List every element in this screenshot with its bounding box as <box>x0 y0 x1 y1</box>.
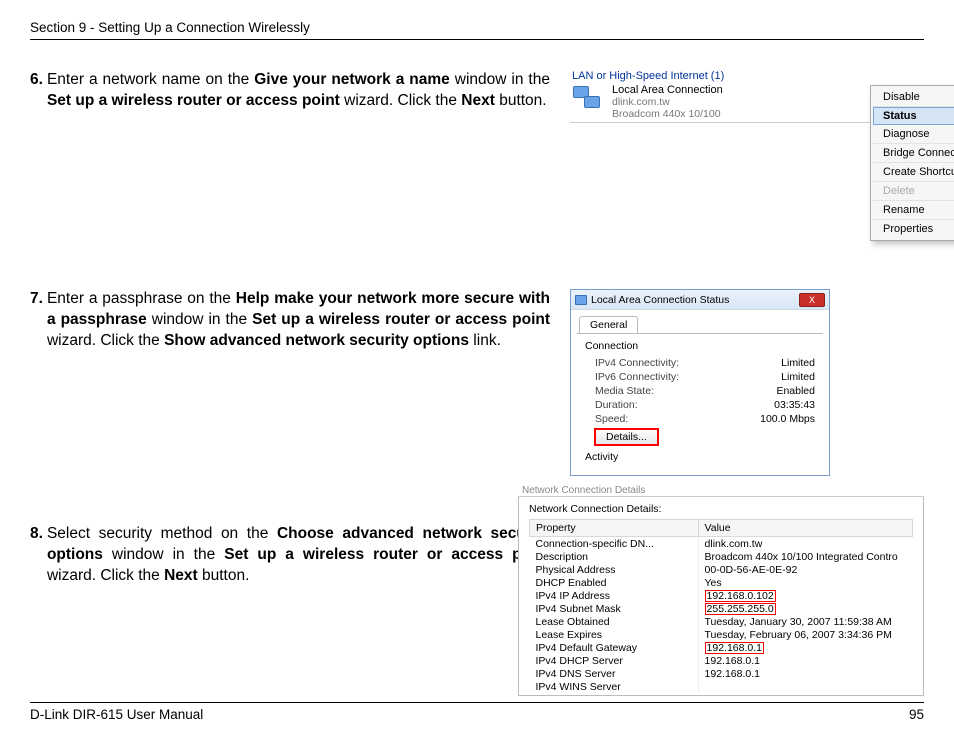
page-header: Section 9 - Setting Up a Connection Wire… <box>30 20 924 40</box>
table-row: Lease ExpiresTuesday, February 06, 2007 … <box>530 628 913 641</box>
table-row: DescriptionBroadcom 440x 10/100 Integrat… <box>530 550 913 563</box>
menu-delete: Delete <box>873 182 954 201</box>
table-row: Lease ObtainedTuesday, January 30, 2007 … <box>530 615 913 628</box>
dialog-title: Local Area Connection Status <box>591 294 729 306</box>
details-titlebar: Network Connection Details <box>518 485 924 497</box>
connection-name: Local Area Connection <box>612 84 723 96</box>
step-7-text: 7. Enter a passphrase on the Help make y… <box>30 289 550 352</box>
menu-rename[interactable]: Rename <box>873 201 954 220</box>
menu-bridge[interactable]: Bridge Connections <box>873 144 954 163</box>
step-num: 8. <box>30 524 43 587</box>
details-table: Property Value Connection-specific DN...… <box>529 519 913 693</box>
menu-create-shortcut[interactable]: Create Shortcut <box>873 163 954 182</box>
col-value: Value <box>698 520 912 537</box>
section-title: Section 9 - Setting Up a Connection Wire… <box>30 20 310 35</box>
step-num: 7. <box>30 289 43 352</box>
details-button[interactable]: Details... <box>595 429 658 445</box>
group-activity: Activity <box>585 451 815 463</box>
context-menu: Disable Status Diagnose Bridge Connectio… <box>870 85 954 241</box>
table-row: IPv4 Default Gateway192.168.0.1 <box>530 641 913 654</box>
network-adapter-icon <box>570 84 604 112</box>
close-button[interactable]: X <box>799 293 825 307</box>
menu-properties[interactable]: Properties <box>873 220 954 238</box>
table-row: IPv4 IP Address192.168.0.102 <box>530 589 913 602</box>
table-row: DHCP EnabledYes <box>530 576 913 589</box>
table-row: IPv4 WINS Server <box>530 680 913 693</box>
group-connection: Connection <box>585 340 815 352</box>
connection-domain: dlink.com.tw <box>612 96 723 108</box>
screenshot-status-dialog: Local Area Connection Status X General C… <box>570 289 830 476</box>
tab-general[interactable]: General <box>579 316 638 333</box>
menu-diagnose[interactable]: Diagnose <box>873 125 954 144</box>
menu-disable[interactable]: Disable <box>873 88 954 107</box>
screenshot-lan-context: LAN or High-Speed Internet (1) Local Are… <box>570 70 930 241</box>
dialog-titlebar: Local Area Connection Status X <box>571 290 829 310</box>
table-row: Physical Address00-0D-56-AE-0E-92 <box>530 563 913 576</box>
table-row: Connection-specific DN...dlink.com.tw <box>530 537 913 551</box>
screenshot-connection-details: Network Connection Details Network Conne… <box>518 485 924 696</box>
details-label: Network Connection Details: <box>529 503 913 515</box>
footer-manual: D-Link DIR-615 User Manual <box>30 707 203 722</box>
step-8-text: 8. Select security method on the Choose … <box>30 524 550 587</box>
step-6-text: 6. Enter a network name on the Give your… <box>30 70 550 112</box>
step-6-row: 6. Enter a network name on the Give your… <box>30 70 924 241</box>
step-7-row: 7. Enter a passphrase on the Help make y… <box>30 289 924 476</box>
table-row: IPv4 DHCP Server192.168.0.1 <box>530 654 913 667</box>
page-footer: D-Link DIR-615 User Manual 95 <box>30 702 924 722</box>
network-icon <box>575 295 587 305</box>
menu-status[interactable]: Status <box>873 107 954 125</box>
footer-page: 95 <box>909 707 924 722</box>
lan-group-title: LAN or High-Speed Internet (1) <box>572 70 930 82</box>
connection-adapter: Broadcom 440x 10/100 <box>612 108 723 120</box>
step-num: 6. <box>30 70 43 112</box>
table-row: IPv4 DNS Server192.168.0.1 <box>530 667 913 680</box>
table-row: IPv4 Subnet Mask255.255.255.0 <box>530 602 913 615</box>
col-property: Property <box>530 520 699 537</box>
